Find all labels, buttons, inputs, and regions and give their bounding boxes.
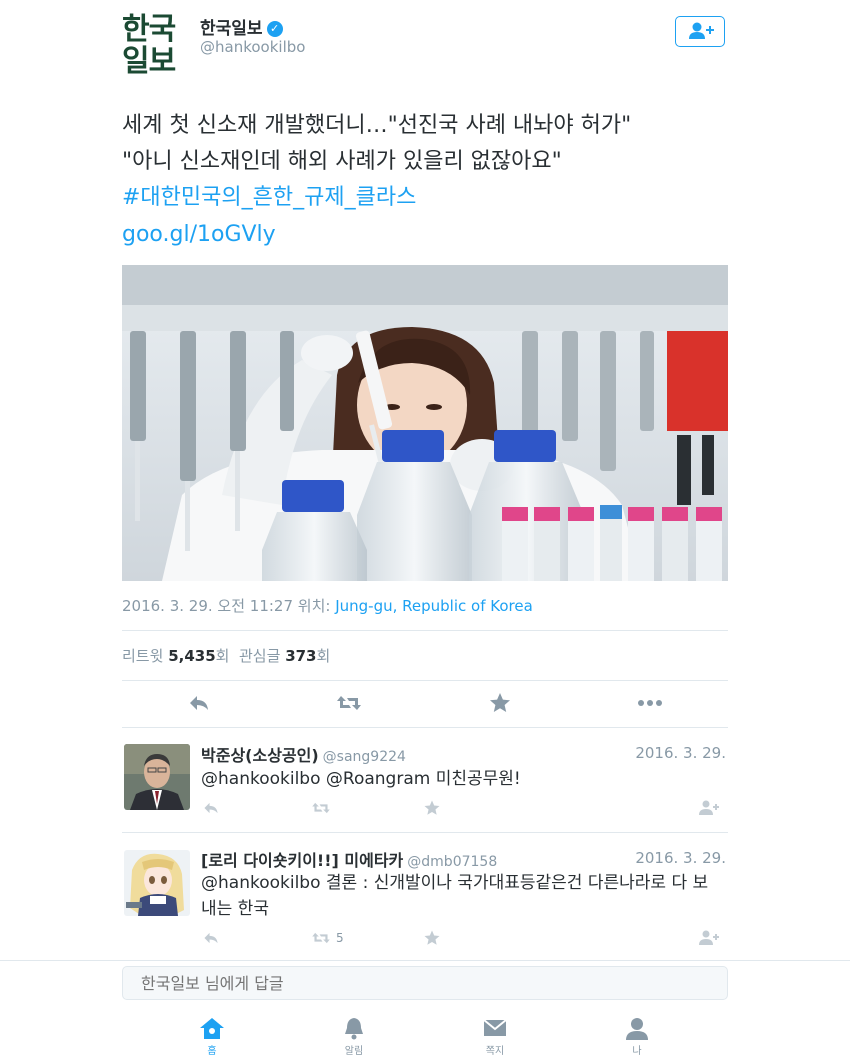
add-user-icon bbox=[699, 930, 719, 945]
like-count-suffix: 회 bbox=[316, 647, 331, 665]
reply-date: 2016. 3. 29. bbox=[635, 744, 726, 762]
tab-home-label: 홈 bbox=[207, 1046, 217, 1057]
more-dots-icon bbox=[638, 700, 662, 706]
envelope-icon bbox=[483, 1019, 507, 1036]
reply-text: @hankookilbo 결론 : 신개발이나 국가대표등같은건 다른나라로 다… bbox=[201, 870, 731, 922]
reply-action-retweet[interactable] bbox=[310, 930, 332, 950]
reply-text-line-2: 내는 한국 bbox=[201, 899, 269, 919]
reply-text: @hankookilbo @Roangram 미친공무원! bbox=[201, 769, 521, 789]
reply-author-name: 박준상(소상공인) bbox=[201, 746, 319, 765]
star-icon bbox=[424, 930, 440, 945]
short-url-link[interactable]: goo.gl/1oGVly bbox=[122, 222, 276, 247]
reply-input[interactable] bbox=[122, 966, 728, 1000]
tweet-photo[interactable] bbox=[122, 265, 728, 581]
retweet-button[interactable] bbox=[335, 692, 365, 716]
avatar-man-image bbox=[124, 744, 190, 810]
reply-button[interactable] bbox=[187, 692, 217, 716]
reply-author-handle: @dmb07158 bbox=[407, 854, 498, 870]
reply-action-follow[interactable] bbox=[698, 799, 720, 821]
retweet-icon bbox=[312, 802, 330, 814]
tweet-stats: 리트윗 5,435회 관심글 373회 bbox=[122, 645, 330, 666]
tweet-timestamp: 2016. 3. 29. 오전 11:27 위치: Jung-gu, Repub… bbox=[122, 595, 533, 616]
reply-action-like[interactable] bbox=[423, 929, 441, 951]
add-user-icon bbox=[699, 800, 719, 815]
reply-date: 2016. 3. 29. bbox=[635, 849, 726, 867]
home-icon bbox=[200, 1018, 224, 1039]
tab-me[interactable]: 나 bbox=[607, 1016, 667, 1057]
retweet-icon bbox=[312, 932, 330, 944]
like-button[interactable] bbox=[488, 691, 518, 715]
retweet-count-suffix: 회 bbox=[215, 647, 230, 665]
tweet-text: 세계 첫 신소재 개발했더니…"선진국 사례 내놔야 허가" "아니 신소재인데… bbox=[122, 108, 742, 216]
add-user-icon bbox=[689, 22, 714, 39]
reply-icon bbox=[204, 932, 218, 944]
bell-icon bbox=[345, 1018, 363, 1040]
reply-text-line-1: @hankookilbo 결론 : 신개발이나 국가대표등같은건 다른나라로 다… bbox=[201, 873, 709, 893]
hankookilbo-logo[interactable]: 한국 일보 bbox=[122, 14, 186, 80]
location-link[interactable]: Jung-gu, Republic of Korea bbox=[335, 597, 533, 615]
retweet-label: 리트윗 bbox=[122, 647, 164, 665]
author-handle[interactable]: @hankookilbo bbox=[200, 38, 305, 56]
reply-icon bbox=[190, 696, 208, 710]
divider bbox=[122, 727, 728, 728]
tab-home[interactable]: 홈 bbox=[182, 1016, 242, 1057]
divider bbox=[122, 832, 728, 833]
reply-icon bbox=[204, 802, 218, 814]
tab-notifications-label: 알림 bbox=[344, 1046, 364, 1057]
tab-me-label: 나 bbox=[632, 1046, 642, 1057]
reply-action-retweet[interactable] bbox=[310, 800, 332, 820]
follow-button[interactable] bbox=[675, 16, 725, 47]
star-icon bbox=[490, 693, 510, 712]
tab-messages-label: 쪽지 bbox=[485, 1046, 505, 1057]
retweet-icon bbox=[337, 696, 361, 710]
logo-line-1: 한국 bbox=[122, 12, 176, 47]
logo-line-2: 일보 bbox=[122, 44, 176, 79]
author-name[interactable]: 한국일보 ✓ bbox=[200, 14, 283, 39]
verified-badge-icon: ✓ bbox=[266, 21, 283, 37]
reply-retweet-count: 5 bbox=[336, 931, 344, 945]
more-button[interactable] bbox=[636, 694, 666, 718]
like-count[interactable]: 373 bbox=[285, 647, 316, 665]
author-name-text: 한국일보 bbox=[200, 19, 263, 39]
tweet-line-1: 세계 첫 신소재 개발했더니…"선진국 사례 내놔야 허가" bbox=[122, 113, 632, 138]
reply-author[interactable]: 박준상(소상공인) @sang9224 bbox=[201, 742, 406, 766]
divider bbox=[122, 630, 728, 631]
avatar[interactable] bbox=[124, 850, 190, 916]
avatar[interactable] bbox=[124, 744, 190, 810]
lab-photo-illustration bbox=[122, 265, 728, 581]
hashtag-link[interactable]: #대한민국의_흔한_규제_클라스 bbox=[122, 180, 742, 216]
star-icon bbox=[424, 800, 440, 815]
tweet-line-2: "아니 신소재인데 해외 사례가 있을리 없잖아요" bbox=[122, 149, 562, 174]
like-label: 관심글 bbox=[239, 647, 281, 665]
tab-notifications[interactable]: 알림 bbox=[324, 1016, 384, 1057]
avatar-anime-image bbox=[124, 850, 190, 916]
user-icon bbox=[626, 1018, 648, 1040]
reply-action-reply[interactable] bbox=[201, 800, 221, 820]
retweet-count[interactable]: 5,435 bbox=[168, 647, 215, 665]
reply-action-reply[interactable] bbox=[201, 930, 221, 950]
reply-action-like[interactable] bbox=[423, 799, 441, 821]
reply-author-handle: @sang9224 bbox=[322, 749, 406, 765]
timestamp-text: 2016. 3. 29. 오전 11:27 위치: bbox=[122, 597, 331, 615]
tab-messages[interactable]: 쪽지 bbox=[465, 1016, 525, 1057]
reply-action-follow[interactable] bbox=[698, 929, 720, 951]
reply-author-name: [로리 다이숏키이!!] 미에타카 bbox=[201, 851, 404, 870]
reply-author[interactable]: [로리 다이숏키이!!] 미에타카 @dmb07158 bbox=[201, 847, 497, 871]
divider bbox=[122, 680, 728, 681]
